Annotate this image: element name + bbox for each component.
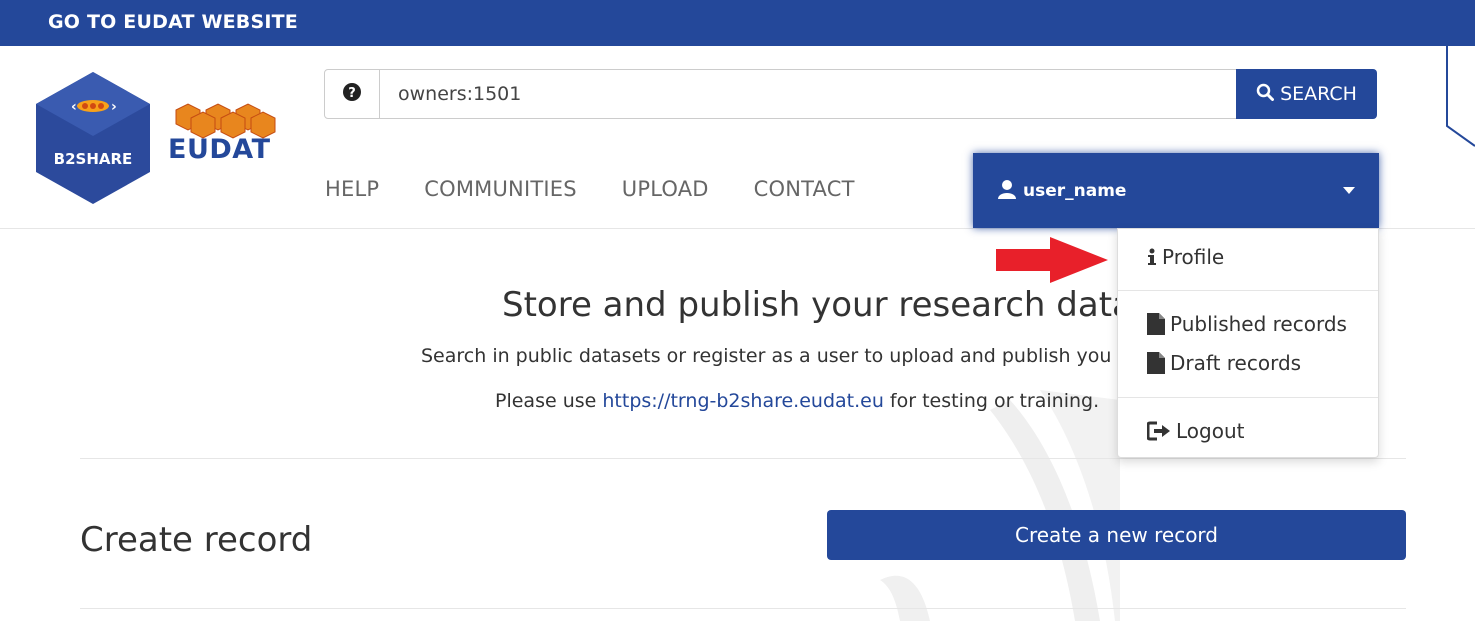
menu-item-label: Profile — [1162, 245, 1225, 269]
user-dropdown-menu: Profile Published records Draft records … — [1117, 228, 1379, 458]
menu-item-label: Logout — [1176, 419, 1245, 443]
svg-text:›: › — [111, 99, 117, 115]
create-new-record-button[interactable]: Create a new record — [827, 510, 1406, 560]
nav-contact[interactable]: CONTACT — [754, 177, 855, 201]
nav-communities[interactable]: COMMUNITIES — [424, 177, 577, 201]
svg-text:‹: ‹ — [71, 99, 77, 115]
nav-upload[interactable]: UPLOAD — [622, 177, 709, 201]
eudat-logo-text: EUDAT — [168, 134, 271, 165]
b2share-logo[interactable]: ‹ › B2SHARE — [33, 70, 153, 210]
menu-item-logout[interactable]: Logout — [1147, 419, 1244, 443]
hero-note-prefix: Please use — [495, 390, 603, 412]
menu-item-draft-records[interactable]: Draft records — [1147, 351, 1301, 375]
menu-item-published-records[interactable]: Published records — [1147, 312, 1347, 336]
menu-item-label: Published records — [1170, 312, 1347, 336]
menu-item-profile[interactable]: Profile — [1147, 245, 1224, 269]
hero-subtitle: Search in public datasets or register as… — [421, 345, 1112, 367]
file-icon — [1147, 313, 1165, 335]
question-circle-icon: ? — [343, 83, 361, 105]
background-swoosh — [880, 390, 1120, 621]
logout-icon — [1147, 421, 1171, 441]
search-icon — [1256, 83, 1275, 106]
eudat-logo[interactable]: EUDAT — [166, 98, 280, 165]
training-link[interactable]: https://trng-b2share.eudat.eu — [602, 390, 884, 412]
file-icon — [1147, 352, 1165, 374]
divider — [80, 608, 1406, 609]
username: user_name — [1023, 180, 1127, 201]
search-button[interactable]: SEARCH — [1236, 69, 1377, 119]
nav-help[interactable]: HELP — [325, 177, 379, 201]
user-menu-button[interactable]: user_name — [973, 153, 1379, 228]
top-bar: GO TO EUDAT WEBSITE — [0, 0, 1475, 46]
hero-note: Please use https://trng-b2share.eudat.eu… — [495, 390, 1099, 412]
user-icon — [997, 179, 1017, 203]
eudat-website-link[interactable]: GO TO EUDAT WEBSITE — [48, 11, 298, 33]
search-button-label: SEARCH — [1280, 83, 1357, 105]
divider — [80, 458, 1406, 459]
menu-divider — [1118, 397, 1378, 398]
search-help-button[interactable]: ? — [324, 69, 380, 119]
svg-text:?: ? — [348, 86, 356, 101]
hero-note-suffix: for testing or training. — [883, 390, 1100, 412]
b2share-logo-text: B2SHARE — [53, 150, 133, 168]
search-bar: ? SEARCH — [324, 69, 1377, 119]
menu-divider — [1118, 290, 1378, 291]
header: ‹ › B2SHARE EUDAT ? owners:1501 SEARCH H… — [0, 46, 1475, 229]
chevron-down-icon — [1343, 187, 1355, 194]
create-record-title: Create record — [80, 520, 313, 560]
info-icon — [1147, 248, 1157, 266]
hero-title: Store and publish your research data — [502, 285, 1133, 325]
search-input[interactable] — [379, 69, 1237, 119]
menu-item-label: Draft records — [1170, 351, 1302, 375]
corner-decoration — [1446, 46, 1475, 147]
red-arrow-annotation — [996, 237, 1108, 283]
main-nav: HELP COMMUNITIES UPLOAD CONTACT — [325, 177, 900, 201]
